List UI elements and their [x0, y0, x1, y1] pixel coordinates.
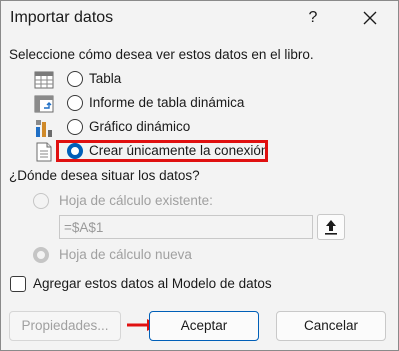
- close-icon[interactable]: [360, 8, 380, 28]
- data-model-label[interactable]: Agregar estos datos al Modelo de datos: [33, 276, 272, 291]
- radio-pivot-table-label[interactable]: Informe de tabla dinámica: [89, 95, 244, 110]
- radio-pivot-chart-label[interactable]: Gráfico dinámico: [89, 119, 190, 134]
- import-data-dialog: Importar datos ? Seleccione cómo desea v…: [0, 0, 399, 351]
- title-bar: Importar datos ?: [1, 1, 398, 37]
- location-prompt: ¿Dónde desea situar los datos?: [9, 168, 200, 183]
- connection-only-icon: [33, 141, 55, 163]
- table-icon: [33, 69, 55, 91]
- radio-pivot-table[interactable]: [67, 95, 83, 111]
- dialog-title: Importar datos: [10, 9, 114, 26]
- radio-new-sheet-label[interactable]: Hoja de cálculo nueva: [59, 247, 192, 262]
- annotation-highlight-box: [56, 140, 268, 162]
- radio-pivot-chart[interactable]: [67, 119, 83, 135]
- radio-existing-sheet[interactable]: [33, 193, 49, 209]
- radio-new-sheet[interactable]: [33, 247, 49, 263]
- data-model-checkbox[interactable]: [10, 276, 26, 292]
- collapse-dialog-button[interactable]: [317, 214, 345, 240]
- radio-existing-sheet-label[interactable]: Hoja de cálculo existente:: [59, 193, 213, 208]
- pivot-chart-icon: [33, 117, 55, 139]
- help-button[interactable]: ?: [305, 9, 321, 29]
- cancel-button[interactable]: Cancelar: [276, 311, 386, 341]
- radio-table[interactable]: [67, 71, 83, 87]
- view-prompt: Seleccione cómo desea ver estos datos en…: [9, 47, 314, 62]
- radio-table-label[interactable]: Tabla: [89, 71, 121, 86]
- cell-address-input[interactable]: =$A$1: [59, 215, 313, 239]
- accept-button[interactable]: Aceptar: [149, 311, 259, 341]
- pivot-table-icon: [33, 93, 55, 115]
- properties-button[interactable]: Propiedades...: [9, 311, 121, 341]
- upload-arrow-icon: [325, 220, 337, 235]
